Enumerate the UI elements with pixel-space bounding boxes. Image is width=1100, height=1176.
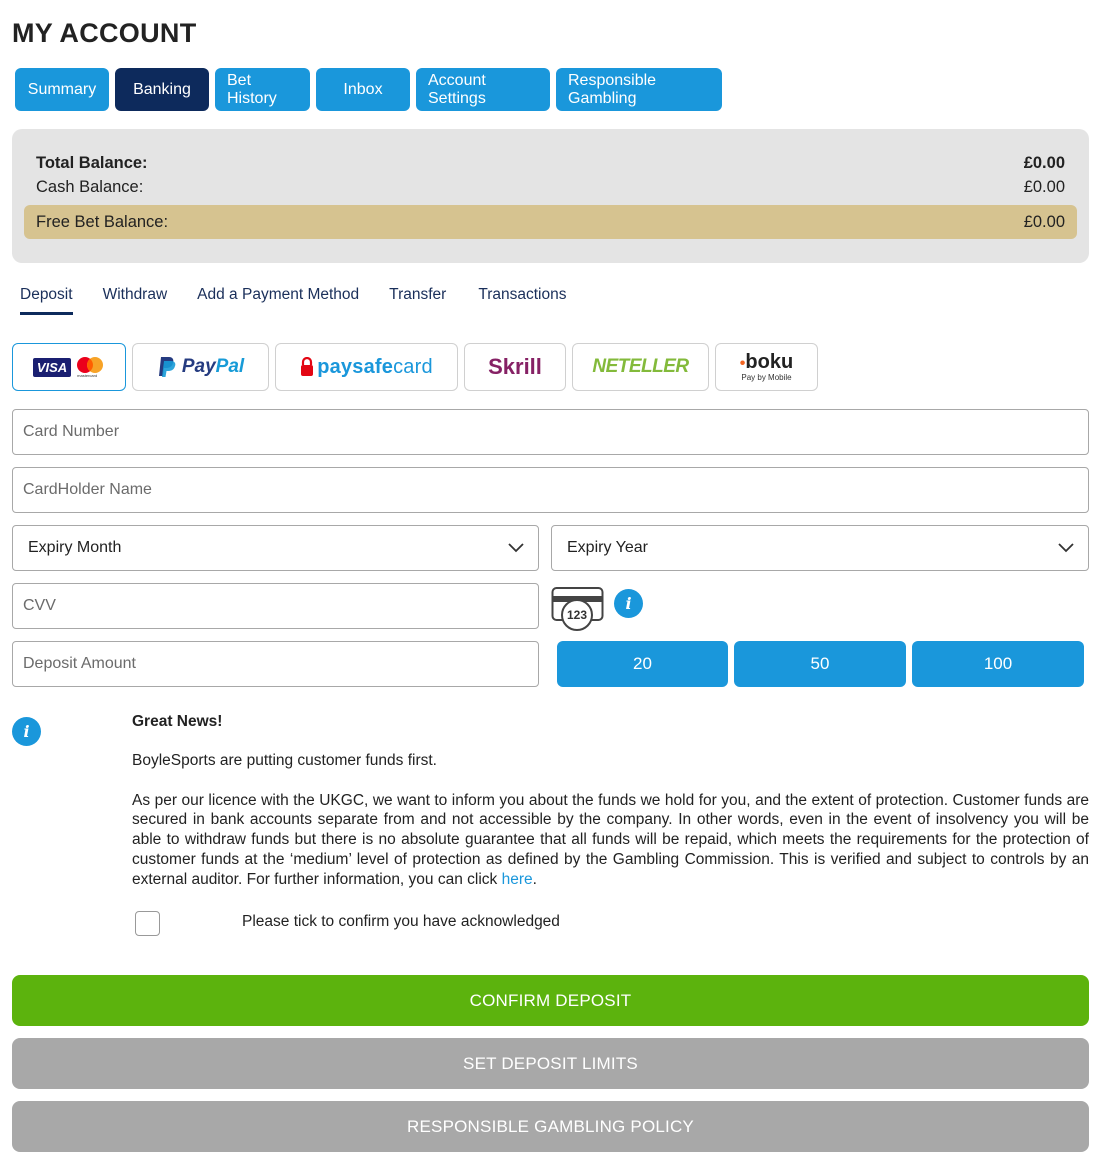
funds-protection-notice: Great News! BoyleSports are putting cust…: [132, 712, 1089, 889]
subtab-add-payment-method[interactable]: Add a Payment Method: [197, 286, 359, 315]
cvv-info-icon[interactable]: i: [614, 589, 643, 618]
payment-method-paypal[interactable]: PayPal: [132, 343, 269, 391]
total-balance-label: Total Balance:: [36, 154, 148, 172]
acknowledge-checkbox[interactable]: [135, 911, 160, 936]
deposit-amount-field[interactable]: [12, 641, 539, 687]
tab-bet-history[interactable]: Bet History: [215, 68, 310, 111]
news-info-icon: i: [12, 717, 41, 746]
confirm-deposit-button[interactable]: CONFIRM DEPOSIT: [12, 975, 1089, 1026]
payment-method-boku[interactable]: •boku Pay by Mobile: [715, 343, 818, 391]
cvv-field[interactable]: [12, 583, 539, 629]
skrill-logo: Skrill: [488, 354, 542, 379]
acknowledge-label: Please tick to confirm you have acknowle…: [242, 913, 560, 930]
news-body: As per our licence with the UKGC, we wan…: [132, 791, 1089, 888]
cardholder-name-field[interactable]: [12, 467, 1089, 513]
expiry-year-label: Expiry Year: [567, 539, 648, 556]
chevron-down-icon: [508, 543, 524, 553]
card-number-input[interactable]: [23, 423, 1078, 441]
news-here-link[interactable]: here: [502, 871, 533, 888]
page-title: MY ACCOUNT: [12, 18, 197, 48]
tab-banking[interactable]: Banking: [115, 68, 209, 111]
subtab-transactions[interactable]: Transactions: [478, 286, 566, 315]
cvv-card-digits: 123: [566, 608, 588, 622]
padlock-icon: [301, 357, 314, 376]
total-balance-row: Total Balance: £0.00: [36, 154, 1065, 173]
news-line: BoyleSports are putting customer funds f…: [132, 752, 437, 770]
cash-balance-value: £0.00: [1023, 178, 1065, 196]
visa-logo: VISA: [32, 357, 72, 377]
free-bet-balance-label: Free Bet Balance:: [36, 212, 169, 231]
chevron-down-icon: [1058, 543, 1074, 553]
expiry-year-select[interactable]: Expiry Year: [551, 525, 1089, 571]
payment-method-skrill[interactable]: Skrill: [464, 343, 566, 391]
cash-balance-row: Cash Balance: £0.00: [36, 178, 1065, 197]
neteller-logo: NETELLER: [592, 356, 689, 377]
deposit-amount-input[interactable]: [23, 655, 528, 673]
boku-logo: •boku: [739, 350, 794, 373]
payment-method-card[interactable]: VISA mastercard: [12, 343, 126, 391]
total-balance-value: £0.00: [1023, 154, 1065, 172]
paypal-icon: [158, 357, 176, 377]
amount-100-button[interactable]: 100: [912, 641, 1084, 687]
amount-50-button[interactable]: 50: [734, 641, 906, 687]
expiry-month-select[interactable]: Expiry Month: [12, 525, 539, 571]
cvv-input[interactable]: [23, 597, 528, 615]
paysafecard-logo: paysafecard: [317, 355, 433, 378]
responsible-gambling-policy-button[interactable]: RESPONSIBLE GAMBLING POLICY: [12, 1101, 1089, 1152]
cardholder-name-input[interactable]: [23, 481, 1078, 499]
tab-inbox[interactable]: Inbox: [316, 68, 410, 111]
set-deposit-limits-button[interactable]: SET DEPOSIT LIMITS: [12, 1038, 1089, 1089]
free-bet-balance-value: £0.00: [1023, 212, 1065, 231]
cash-balance-label: Cash Balance:: [36, 178, 144, 196]
balance-panel: Total Balance: £0.00 Cash Balance: £0.00…: [12, 129, 1089, 263]
payment-method-neteller[interactable]: NETELLER: [572, 343, 709, 391]
mastercard-logo: mastercard: [75, 356, 105, 378]
amount-20-button[interactable]: 20: [557, 641, 728, 687]
payment-method-paysafecard[interactable]: paysafecard: [275, 343, 458, 391]
cvv-card-icon: 123: [551, 586, 605, 632]
news-title: Great News!: [132, 713, 223, 730]
free-bet-balance-row: Free Bet Balance: £0.00: [24, 205, 1077, 239]
tab-responsible-gambling[interactable]: Responsible Gambling: [556, 68, 722, 111]
tab-summary[interactable]: Summary: [15, 68, 109, 111]
main-tabs: Summary Banking Bet History Inbox Accoun…: [15, 68, 722, 111]
subtab-transfer[interactable]: Transfer: [389, 286, 446, 315]
banking-sub-tabs: Deposit Withdraw Add a Payment Method Tr…: [20, 286, 596, 315]
subtab-withdraw[interactable]: Withdraw: [103, 286, 168, 315]
expiry-month-label: Expiry Month: [28, 539, 122, 556]
card-number-field[interactable]: [12, 409, 1089, 455]
paypal-logo: PayPal: [181, 356, 245, 377]
tab-account-settings[interactable]: Account Settings: [416, 68, 550, 111]
subtab-deposit[interactable]: Deposit: [20, 286, 73, 315]
